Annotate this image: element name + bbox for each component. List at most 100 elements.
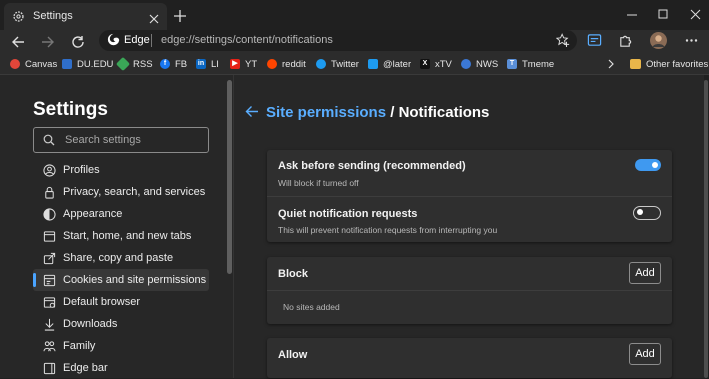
quiet-requests-title: Quiet notification requests — [278, 208, 418, 220]
favorite-label: Canvas — [25, 58, 58, 70]
favorite-label: Tmeme — [522, 58, 555, 70]
sidebar-item-profiles[interactable]: Profiles — [33, 159, 209, 181]
window-close-icon[interactable] — [690, 7, 701, 25]
twitter-icon — [368, 59, 378, 69]
favorite-item[interactable]: Twitter — [316, 57, 359, 71]
back-arrow-icon[interactable] — [245, 105, 259, 123]
page-title: Notifications — [398, 104, 490, 121]
block-add-button[interactable]: Add — [629, 262, 661, 284]
browser-toolbar: Edge edge://settings/content/notificatio… — [0, 30, 709, 54]
sidebar-item-edge-bar[interactable]: Edge bar — [33, 357, 209, 379]
sidebar-item-start-home[interactable]: Start, home, and new tabs — [33, 225, 209, 247]
divider — [267, 196, 672, 197]
sidebar-item-label: Cookies and site permissions — [63, 274, 207, 286]
maximize-icon[interactable] — [658, 7, 669, 25]
favorite-item[interactable]: @later — [368, 57, 411, 71]
favorite-label: xTV — [435, 58, 452, 70]
favorite-item[interactable]: f FB — [160, 57, 187, 71]
favorite-item[interactable]: in LI — [196, 57, 219, 71]
search-icon — [43, 133, 55, 151]
toggle-knob — [652, 162, 658, 168]
allow-add-button[interactable]: Add — [629, 343, 661, 365]
tab-strip: Settings — [0, 0, 709, 30]
favorite-item[interactable]: ▶ YT — [230, 57, 257, 71]
scrollbar-thumb[interactable] — [704, 80, 708, 378]
notification-settings-card: Ask before sending (recommended) Will bl… — [267, 150, 672, 242]
settings-tab[interactable]: Settings — [4, 3, 167, 30]
favorite-label: FB — [175, 58, 188, 70]
favorite-item[interactable]: XxTV — [420, 57, 452, 71]
close-tab-icon[interactable] — [149, 11, 159, 29]
favorite-label: DU.EDU — [77, 58, 114, 70]
sidebar-scrollbar[interactable] — [227, 80, 232, 274]
toggle-knob — [637, 209, 643, 215]
other-favorites-label: Other favorites — [646, 58, 709, 70]
divider — [267, 290, 672, 291]
download-icon — [42, 317, 56, 331]
share-icon — [42, 251, 56, 265]
twitter-icon — [316, 59, 326, 69]
extensions-icon[interactable] — [618, 33, 633, 53]
block-title: Block — [278, 268, 308, 280]
edge-logo-icon — [107, 33, 120, 51]
canvas-icon — [10, 59, 20, 69]
family-icon — [42, 339, 56, 353]
forward-icon[interactable] — [41, 35, 55, 54]
sidebar-item-appearance[interactable]: Appearance — [33, 203, 209, 225]
tab-title: Settings — [33, 10, 73, 22]
sidebar-item-cookies[interactable]: Cookies and site permissions — [33, 269, 209, 291]
breadcrumb-site-permissions[interactable]: Site permissions — [266, 104, 386, 121]
favorite-item[interactable]: NWS — [461, 57, 498, 71]
breadcrumb: Site permissions / Notifications — [266, 104, 489, 121]
reddit-icon — [267, 59, 277, 69]
sidebar-item-label: Edge bar — [63, 362, 108, 374]
favorites-bar: Canvas DU.EDU RSS f FB in LI ▶ YT reddit Tw… — [0, 54, 709, 75]
sidebar-item-default-browser[interactable]: Default browser — [33, 291, 209, 313]
sidebar-item-label: Default browser — [63, 296, 141, 308]
facebook-icon: f — [160, 59, 170, 69]
quiet-requests-toggle[interactable] — [633, 206, 661, 220]
settings-content: Settings Profiles Privacy, search, and s… — [0, 75, 709, 378]
sidebar-item-privacy[interactable]: Privacy, search, and services — [33, 181, 209, 203]
favorite-item[interactable]: T Tmeme — [507, 57, 554, 71]
favorite-item[interactable]: reddit — [267, 57, 306, 71]
edge-bar-icon — [42, 361, 56, 375]
profile-icon — [42, 163, 56, 177]
favorite-label: NWS — [476, 58, 499, 70]
other-favorites[interactable]: Other favorites — [630, 57, 708, 71]
edge-brand-label: Edge — [124, 34, 150, 46]
sidebar-item-family[interactable]: Family — [33, 335, 209, 357]
favorite-item[interactable]: DU.EDU — [62, 57, 113, 71]
sidebar-item-label: Appearance — [63, 208, 123, 220]
add-favorite-icon[interactable] — [555, 33, 570, 52]
sidebar-title: Settings — [33, 99, 108, 120]
favorite-label: @later — [383, 58, 412, 70]
more-menu-icon[interactable] — [685, 34, 698, 52]
minimize-icon[interactable] — [627, 7, 638, 25]
folder-icon — [630, 59, 641, 69]
favorite-label: Twitter — [331, 58, 359, 70]
search-box[interactable] — [33, 127, 209, 153]
address-bar[interactable]: Edge edge://settings/content/notificatio… — [99, 30, 577, 51]
sidebar-item-downloads[interactable]: Downloads — [33, 313, 209, 335]
favorite-label: YT — [245, 58, 258, 70]
ask-before-sending-toggle[interactable] — [635, 159, 661, 171]
ask-before-sending-title: Ask before sending (recommended) — [278, 160, 466, 172]
ask-before-sending-subtitle: Will block if turned off — [278, 178, 359, 188]
youtube-icon: ▶ — [230, 59, 240, 69]
favorite-item[interactable]: Canvas — [10, 57, 57, 71]
avatar[interactable] — [650, 32, 667, 54]
breadcrumb-separator: / — [386, 104, 399, 121]
back-icon[interactable] — [11, 35, 25, 54]
main-scrollbar[interactable] — [704, 75, 709, 378]
chevron-right-icon[interactable] — [607, 57, 615, 71]
quiet-requests-subtitle: This will prevent notification requests … — [278, 225, 498, 235]
sidebar-item-label: Family — [63, 340, 96, 352]
refresh-icon[interactable] — [71, 35, 85, 54]
favorite-item[interactable]: RSS — [115, 56, 153, 72]
sidebar-item-share[interactable]: Share, copy and paste — [33, 247, 209, 269]
url-text[interactable]: edge://settings/content/notifications — [161, 34, 333, 46]
new-tab-icon[interactable] — [174, 9, 186, 27]
collections-icon[interactable] — [587, 33, 602, 53]
search-input[interactable] — [65, 131, 203, 148]
